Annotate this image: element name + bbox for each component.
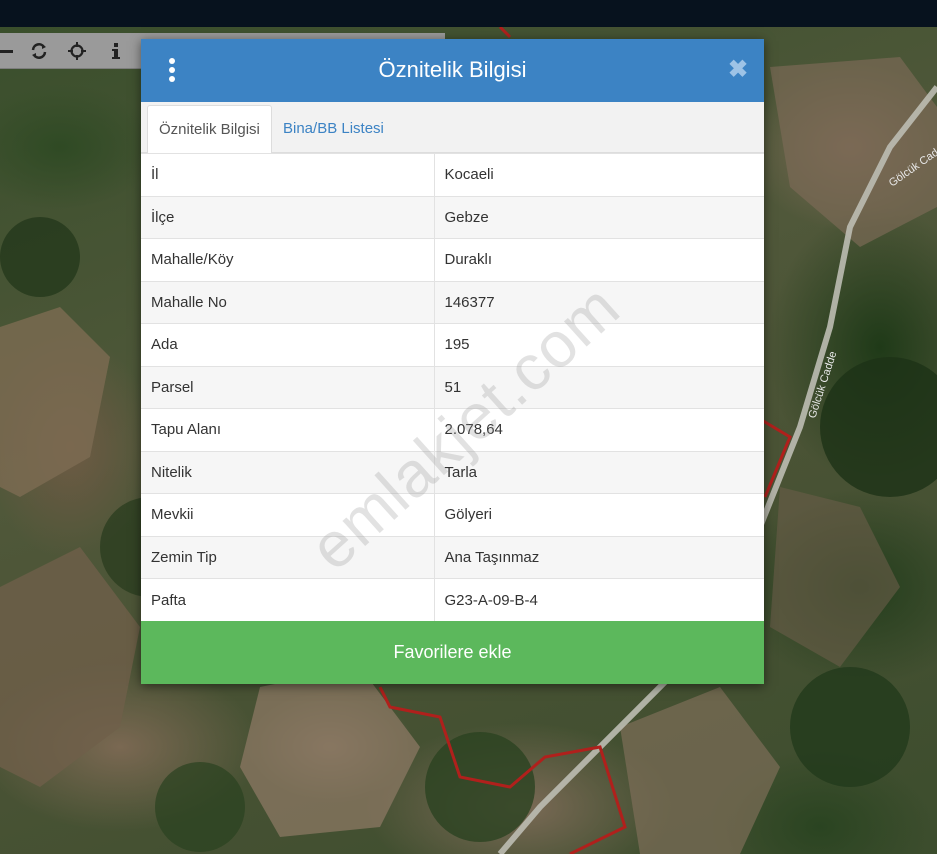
row-key: İlçe bbox=[141, 195, 435, 239]
refresh-icon[interactable] bbox=[25, 37, 53, 65]
table-row: İlçe Gebze bbox=[141, 195, 764, 239]
table-row: Mahalle No 146377 bbox=[141, 280, 764, 324]
row-value: Ana Taşınmaz bbox=[434, 535, 764, 579]
row-value: 195 bbox=[434, 323, 764, 366]
row-value: Gebze bbox=[434, 195, 764, 239]
top-bar bbox=[0, 0, 937, 27]
row-key: Mevkii bbox=[141, 493, 435, 536]
info-icon[interactable] bbox=[102, 37, 130, 65]
tab-attribute-info[interactable]: Öznitelik Bilgisi bbox=[147, 105, 272, 154]
row-key: Tapu Alanı bbox=[141, 408, 435, 451]
row-key: Mahalle No bbox=[141, 280, 435, 324]
row-value: Kocaeli bbox=[434, 153, 764, 196]
row-key: Ada bbox=[141, 323, 435, 366]
row-key: Pafta bbox=[141, 578, 435, 621]
minus-icon[interactable] bbox=[0, 37, 20, 65]
table-row: Parsel 51 bbox=[141, 365, 764, 409]
row-value: G23-A-09-B-4 bbox=[434, 578, 764, 621]
table-row: İl Kocaeli bbox=[141, 153, 764, 196]
attribute-info-dialog: Öznitelik Bilgisi ✖ Öznitelik Bilgisi Bi… bbox=[141, 39, 764, 684]
crosshair-icon[interactable] bbox=[63, 37, 91, 65]
table-row: Pafta G23-A-09-B-4 bbox=[141, 578, 764, 621]
row-key: Parsel bbox=[141, 365, 435, 409]
row-value: Gölyeri bbox=[434, 493, 764, 536]
row-value: Duraklı bbox=[434, 238, 764, 281]
table-row: Nitelik Tarla bbox=[141, 450, 764, 494]
row-key: Nitelik bbox=[141, 450, 435, 494]
table-row: Mevkii Gölyeri bbox=[141, 493, 764, 536]
table-row: Mahalle/Köy Duraklı bbox=[141, 238, 764, 281]
tab-building-list[interactable]: Bina/BB Listesi bbox=[272, 105, 395, 153]
row-value: 2.078,64 bbox=[434, 408, 764, 451]
row-value: 146377 bbox=[434, 280, 764, 324]
dialog-tabs: Öznitelik Bilgisi Bina/BB Listesi bbox=[141, 102, 764, 154]
row-key: Zemin Tip bbox=[141, 535, 435, 579]
row-value: 51 bbox=[434, 365, 764, 409]
attribute-table: İl Kocaeli İlçe Gebze Mahalle/Köy Durakl… bbox=[141, 153, 764, 621]
table-row: Ada 195 bbox=[141, 323, 764, 366]
row-key: İl bbox=[141, 153, 435, 196]
add-to-favorites-button[interactable]: Favorilere ekle bbox=[141, 621, 764, 684]
dialog-title: Öznitelik Bilgisi bbox=[378, 57, 527, 82]
close-icon[interactable]: ✖ bbox=[726, 57, 750, 83]
dialog-header: Öznitelik Bilgisi ✖ bbox=[141, 39, 764, 102]
row-key: Mahalle/Köy bbox=[141, 238, 435, 281]
row-value: Tarla bbox=[434, 450, 764, 494]
table-row: Tapu Alanı 2.078,64 bbox=[141, 408, 764, 451]
table-row: Zemin Tip Ana Taşınmaz bbox=[141, 535, 764, 579]
